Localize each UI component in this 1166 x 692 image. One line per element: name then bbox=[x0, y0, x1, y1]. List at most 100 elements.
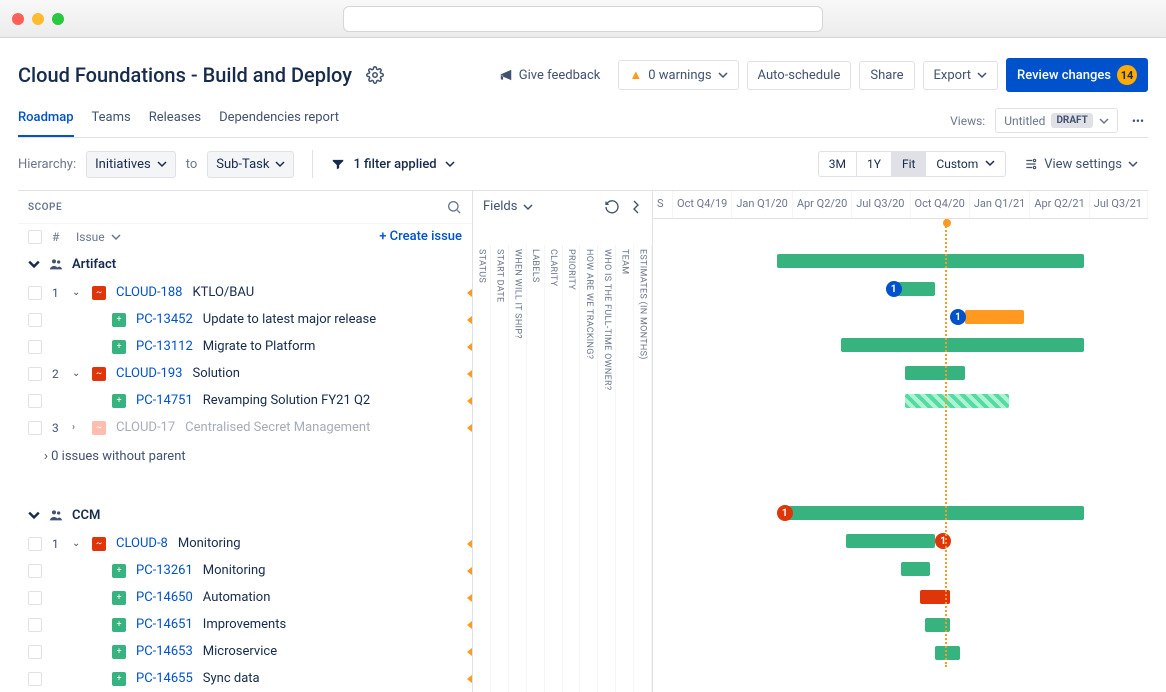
review-changes-button[interactable]: Review changes 14 bbox=[1006, 58, 1148, 92]
expand-toggle[interactable]: ⌄ bbox=[72, 287, 82, 298]
dependency-badge[interactable]: 1 bbox=[935, 533, 951, 549]
issue-key[interactable]: CLOUD-17 bbox=[116, 420, 175, 435]
issue-row[interactable]: +PC-13112Migrate to Platform bbox=[18, 333, 472, 360]
row-checkbox[interactable] bbox=[28, 394, 42, 408]
row-checkbox[interactable] bbox=[28, 286, 42, 300]
issue-row[interactable]: 1⌄~CLOUD-8Monitoring bbox=[18, 530, 472, 557]
row-checkbox[interactable] bbox=[28, 421, 42, 435]
row-checkbox[interactable] bbox=[28, 537, 42, 551]
warnings-button[interactable]: ▲ 0 warnings bbox=[618, 60, 738, 90]
gantt-bar[interactable] bbox=[905, 394, 1009, 408]
row-checkbox[interactable] bbox=[28, 367, 42, 381]
tab-teams[interactable]: Teams bbox=[92, 104, 131, 137]
gantt-bar[interactable] bbox=[777, 254, 1084, 268]
issue-key[interactable]: PC-14650 bbox=[136, 590, 193, 605]
row-checkbox[interactable] bbox=[28, 672, 42, 686]
issue-key[interactable]: CLOUD-8 bbox=[116, 536, 168, 551]
field-column[interactable]: ESTIMATES (IN MONTHS) bbox=[634, 245, 652, 692]
field-column[interactable]: HOW ARE WE TRACKING? bbox=[580, 245, 598, 692]
filter-button[interactable]: 1 filter applied bbox=[331, 157, 454, 172]
row-checkbox[interactable] bbox=[28, 591, 42, 605]
issue-key[interactable]: CLOUD-193 bbox=[116, 366, 182, 381]
close-window[interactable] bbox=[12, 13, 24, 25]
gantt-bar[interactable] bbox=[901, 562, 931, 576]
gantt-bar[interactable] bbox=[905, 366, 964, 380]
issue-row[interactable]: +PC-14651Improvements bbox=[18, 611, 472, 638]
issue-key[interactable]: PC-13452 bbox=[136, 312, 193, 327]
view-selector[interactable]: Untitled DRAFT bbox=[995, 108, 1118, 133]
issue-row[interactable]: 3›~CLOUD-17Centralised Secret Management bbox=[18, 414, 472, 441]
range-fit[interactable]: Fit bbox=[892, 152, 926, 176]
collapse-icon[interactable] bbox=[628, 199, 644, 215]
issue-row[interactable]: +PC-14650Automation bbox=[18, 584, 472, 611]
feedback-button[interactable]: Give feedback bbox=[489, 62, 611, 89]
auto-schedule-button[interactable]: Auto-schedule bbox=[747, 61, 852, 90]
search-icon[interactable] bbox=[446, 199, 462, 215]
gantt-bar[interactable] bbox=[846, 534, 935, 548]
tab-roadmap[interactable]: Roadmap bbox=[18, 104, 74, 137]
field-column[interactable]: START DATE bbox=[491, 245, 509, 692]
hierarchy-from-select[interactable]: Initiatives bbox=[86, 151, 176, 178]
field-column[interactable]: WHEN WILL IT SHIP? bbox=[509, 245, 527, 692]
create-issue-button[interactable]: + Create issue bbox=[379, 229, 462, 244]
field-column[interactable]: PRIORITY bbox=[563, 245, 581, 692]
issue-row[interactable]: +PC-14751Revamping Solution FY21 Q2 bbox=[18, 387, 472, 414]
gear-icon[interactable] bbox=[366, 66, 384, 84]
field-column-label: WHO IS THE FULL-TIME OWNER? bbox=[602, 249, 612, 390]
gantt-bar[interactable] bbox=[787, 506, 1084, 520]
issue-key[interactable]: PC-14655 bbox=[136, 671, 193, 686]
group-header[interactable]: CCM bbox=[18, 500, 472, 530]
issue-row[interactable]: +PC-13452Update to latest major release bbox=[18, 306, 472, 333]
field-column[interactable]: WHO IS THE FULL-TIME OWNER? bbox=[598, 245, 616, 692]
export-button[interactable]: Export bbox=[923, 61, 999, 90]
gantt-bar[interactable] bbox=[965, 310, 1024, 324]
share-button[interactable]: Share bbox=[859, 61, 914, 90]
maximize-window[interactable] bbox=[52, 13, 64, 25]
issue-key[interactable]: PC-14653 bbox=[136, 644, 193, 659]
row-checkbox[interactable] bbox=[28, 645, 42, 659]
dependency-badge[interactable]: 1 bbox=[886, 281, 902, 297]
hierarchy-to-select[interactable]: Sub-Task bbox=[207, 151, 294, 178]
row-checkbox[interactable] bbox=[28, 340, 42, 354]
gantt-bar[interactable] bbox=[841, 338, 1084, 352]
range-3m[interactable]: 3M bbox=[819, 152, 857, 176]
field-column[interactable]: STATUS bbox=[473, 245, 491, 692]
url-bar[interactable] bbox=[343, 6, 823, 32]
tab-dependencies[interactable]: Dependencies report bbox=[219, 104, 339, 137]
row-checkbox[interactable] bbox=[28, 618, 42, 632]
view-settings-button[interactable]: View settings bbox=[1014, 151, 1148, 178]
field-column[interactable]: LABELS bbox=[527, 245, 545, 692]
issue-row[interactable]: +PC-14653Microservice bbox=[18, 638, 472, 665]
gantt-bar[interactable] bbox=[935, 646, 960, 660]
no-parent-toggle[interactable]: › 0 issues without parent bbox=[18, 441, 472, 472]
issue-key[interactable]: PC-13261 bbox=[136, 563, 193, 578]
issue-row[interactable]: 1⌄~CLOUD-188KTLO/BAU bbox=[18, 279, 472, 306]
minimize-window[interactable] bbox=[32, 13, 44, 25]
undo-icon[interactable] bbox=[604, 199, 620, 215]
range-custom[interactable]: Custom bbox=[926, 152, 1005, 176]
field-column[interactable]: CLARITY bbox=[545, 245, 563, 692]
issue-row[interactable]: +PC-14655Sync data bbox=[18, 665, 472, 692]
range-1y[interactable]: 1Y bbox=[857, 152, 892, 176]
hierarchy-label: Hierarchy: bbox=[18, 157, 76, 172]
expand-toggle[interactable]: ⌄ bbox=[72, 538, 82, 549]
issue-row[interactable]: 2⌄~CLOUD-193Solution bbox=[18, 360, 472, 387]
issue-row[interactable]: +PC-13261Monitoring bbox=[18, 557, 472, 584]
dependency-badge[interactable]: 1 bbox=[950, 309, 966, 325]
field-column[interactable]: TEAM bbox=[616, 245, 634, 692]
group-header[interactable]: Artifact bbox=[18, 249, 472, 279]
row-checkbox[interactable] bbox=[28, 564, 42, 578]
chevron-down-icon bbox=[275, 159, 285, 169]
issue-key[interactable]: PC-13112 bbox=[136, 339, 193, 354]
issue-key[interactable]: PC-14651 bbox=[136, 617, 193, 632]
dependency-badge[interactable]: 1 bbox=[777, 505, 793, 521]
more-icon[interactable]: ••• bbox=[1128, 110, 1148, 132]
expand-toggle[interactable]: › bbox=[72, 422, 82, 433]
expand-toggle[interactable]: ⌄ bbox=[72, 368, 82, 379]
tab-releases[interactable]: Releases bbox=[149, 104, 201, 137]
select-all-checkbox[interactable] bbox=[28, 230, 42, 244]
column-issue[interactable]: Issue bbox=[76, 230, 369, 244]
row-checkbox[interactable] bbox=[28, 313, 42, 327]
issue-key[interactable]: PC-14751 bbox=[136, 393, 193, 408]
issue-key[interactable]: CLOUD-188 bbox=[116, 285, 182, 300]
